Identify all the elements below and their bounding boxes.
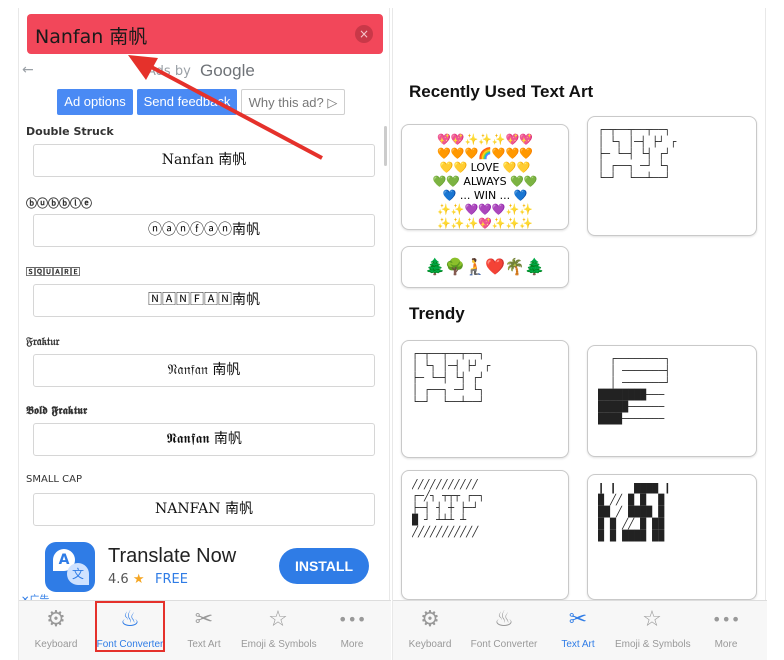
clear-icon[interactable]: × xyxy=(355,25,373,43)
ads-by-label: Ads by xyxy=(147,64,191,79)
recently-used-title: Recently Used Text Art xyxy=(409,82,594,101)
trendy-title: Trendy xyxy=(409,304,465,323)
tab-bar: ⚙ Keyboard ♨ Font Converter ✂ Text Art ☆… xyxy=(393,600,767,660)
google-logo: Google xyxy=(200,61,255,80)
tab-bar: ⚙ Keyboard ♨ Font Converter ✂ Text Art ☆… xyxy=(19,600,391,660)
font-style-output[interactable]: 🄽🄰🄽🄵🄰🄽南帆 xyxy=(33,284,375,317)
tab-label: Text Art xyxy=(187,639,221,650)
tab-emoji-symbols[interactable]: ☆ Emoji & Symbols xyxy=(241,601,317,660)
brush-icon: ✂ xyxy=(568,607,588,632)
tab-label: More xyxy=(714,639,738,650)
text-art-card[interactable]: ┌─┬──┬──┬──┐ │ └┐ │─┤ ├┘ ┌ ├─ └─┤ └┤ ┌┘ … xyxy=(587,116,757,236)
tab-label: More xyxy=(340,639,364,650)
steaming-cup-icon: ♨ xyxy=(494,607,514,632)
tab-keyboard[interactable]: ⚙ Keyboard xyxy=(19,601,93,660)
highlight-box-font-converter xyxy=(95,601,165,652)
install-button[interactable]: INSTALL xyxy=(279,548,369,584)
text-art-card[interactable]: 🌲🌳🧎❤️🌴🌲 xyxy=(401,246,569,288)
more-dots-icon: ••• xyxy=(338,610,367,629)
left-screen-font-converter: Nanfan 南帆 × ← Ads by Google Ad options S… xyxy=(18,8,391,660)
font-style-list: Double Struck Nanfan 南帆 ⓑⓤⓑⓑⓛⓔ ⓝⓐⓝⓕⓐⓝ南帆 … xyxy=(19,124,391,538)
right-screen-text-art: Recently Used Text Art 💖💖✨✨✨💖💖 🧡🧡🧡🌈🧡🧡🧡 💛… xyxy=(392,8,767,660)
tab-text-art[interactable]: ✂ Text Art xyxy=(541,601,615,660)
tab-label: Font Converter xyxy=(470,639,538,650)
font-style-label: Double Struck xyxy=(26,125,114,138)
text-art-card[interactable]: ╱╱╱╱╱╱╱╱╱╱╱ ┌─╱┐ ┬┬┬ ┌─┐ ├─┤ ┤ ┼ ├─┘ █ ┘… xyxy=(401,470,569,600)
app-install-ad: A 文 Translate Now 4.6 ★ FREE INSTALL ✕广告 xyxy=(19,536,391,606)
tab-label: Keyboard xyxy=(408,639,452,650)
font-style-output[interactable]: 𝕹𝖆𝖓𝖋𝖆𝖓 南帆 xyxy=(33,423,375,456)
text-input-value[interactable]: Nanfan 南帆 xyxy=(35,22,147,49)
font-style-output[interactable]: Nanfan 南帆 xyxy=(33,144,375,177)
text-art-card[interactable]: ┌────────┐ │ ───────┤ │ ───────┘ ███████… xyxy=(587,345,757,457)
more-dots-icon: ••• xyxy=(712,610,741,629)
tab-label: Text Art xyxy=(561,639,595,650)
text-art-card[interactable]: ┌─┬──┬──┬──┐ │ └┐ │─┤ ├┘ ┌ ├─ └─┤ └┤ ┌┘ … xyxy=(401,340,569,458)
app-rating: 4.6 ★ xyxy=(108,572,145,587)
font-style-output[interactable]: NANFAN 南帆 xyxy=(33,493,375,526)
gear-icon: ⚙ xyxy=(420,607,440,632)
font-style-label: 🅂🅀🅄🄰🅁🄴 xyxy=(26,268,81,278)
font-style-output[interactable]: ⓝⓐⓝⓕⓐⓝ南帆 xyxy=(33,214,375,247)
tab-more[interactable]: ••• More xyxy=(689,601,763,660)
gear-icon: ⚙ xyxy=(46,607,66,632)
tab-font-converter[interactable]: ♨ Font Converter xyxy=(467,601,541,660)
screenshot-root: Nanfan 南帆 × ← Ads by Google Ad options S… xyxy=(0,0,784,660)
star-icon: ☆ xyxy=(642,607,662,632)
app-name: Translate Now xyxy=(108,545,237,567)
tab-keyboard[interactable]: ⚙ Keyboard xyxy=(393,601,467,660)
brush-icon: ✂ xyxy=(194,607,214,632)
scrollbar[interactable] xyxy=(384,126,387,166)
translate-app-icon[interactable]: A 文 xyxy=(45,542,95,592)
text-art-card[interactable]: ┃ ┃ ████ ┃ █ ╱╱ █ █ █ ██ ╱ ████ █ █ █ ╱╱… xyxy=(587,474,757,600)
tab-label: Emoji & Symbols xyxy=(615,639,691,650)
star-icon: ☆ xyxy=(268,607,288,632)
why-this-ad-button[interactable]: Why this ad? ▷ xyxy=(241,89,345,115)
font-style-label: 𝕭𝖔𝖑𝖉 𝕱𝖗𝖆𝖐𝖙𝖚𝖗 xyxy=(26,404,88,417)
star-icon: ★ xyxy=(132,572,145,587)
ad-banner: ← Ads by Google Ad options Send feedback… xyxy=(19,60,391,122)
text-input-bar[interactable]: Nanfan 南帆 × xyxy=(27,14,383,54)
send-feedback-button[interactable]: Send feedback xyxy=(137,89,237,115)
font-style-label: SMALL CAP xyxy=(26,474,82,485)
tab-label: Keyboard xyxy=(34,639,78,650)
font-style-output[interactable]: 𝔑𝔞𝔫𝔣𝔞𝔫 南帆 xyxy=(33,354,375,387)
back-arrow-icon[interactable]: ← xyxy=(22,62,34,78)
tab-emoji-symbols[interactable]: ☆ Emoji & Symbols xyxy=(615,601,691,660)
ad-options-button[interactable]: Ad options xyxy=(57,89,133,115)
text-art-card[interactable]: 💖💖✨✨✨💖💖 🧡🧡🧡🌈🧡🧡🧡 💛💛 LOVE 💛💛 💚💚 ALWAYS 💚💚 … xyxy=(401,124,569,230)
app-price: FREE xyxy=(155,572,188,587)
tab-label: Emoji & Symbols xyxy=(241,639,317,650)
tab-text-art[interactable]: ✂ Text Art xyxy=(167,601,241,660)
font-style-label: ⓑⓤⓑⓑⓛⓔ xyxy=(26,197,92,210)
tab-more[interactable]: ••• More xyxy=(315,601,389,660)
font-style-label: 𝔉𝔯𝔞𝔨𝔱𝔲𝔯 xyxy=(26,335,60,348)
